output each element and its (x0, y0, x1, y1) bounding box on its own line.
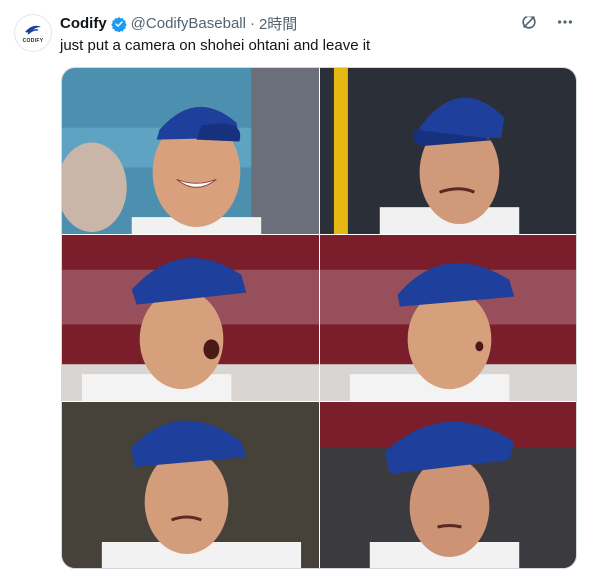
photo-panel-stern[interactable] (320, 402, 576, 568)
photo-panel-surprised[interactable] (320, 235, 576, 402)
avatar-brand-text: CODIFY (22, 37, 44, 44)
photo-panel-frown[interactable] (62, 402, 320, 568)
photo-panel-grimace[interactable] (320, 68, 576, 235)
photo-panel-smiling[interactable] (62, 68, 320, 235)
author-handle[interactable]: @CodifyBaseball (131, 15, 246, 32)
avatar[interactable]: CODIFY (14, 14, 52, 52)
photo-panel-open-mouth[interactable] (62, 235, 320, 402)
tweet-actions (519, 12, 575, 32)
codify-logo-icon (25, 25, 41, 35)
media-grid[interactable] (61, 67, 577, 569)
author-display-name[interactable]: Codify (60, 15, 107, 32)
tweet-text: just put a camera on shohei ohtani and l… (60, 37, 371, 54)
verified-badge-icon (110, 16, 127, 32)
timestamp[interactable]: 2時間 (259, 13, 297, 34)
tweet-header: Codify @CodifyBaseball · 2時間 (60, 13, 523, 34)
separator-dot: · (249, 15, 255, 32)
more-icon[interactable] (555, 12, 575, 32)
grok-icon[interactable] (519, 12, 539, 32)
